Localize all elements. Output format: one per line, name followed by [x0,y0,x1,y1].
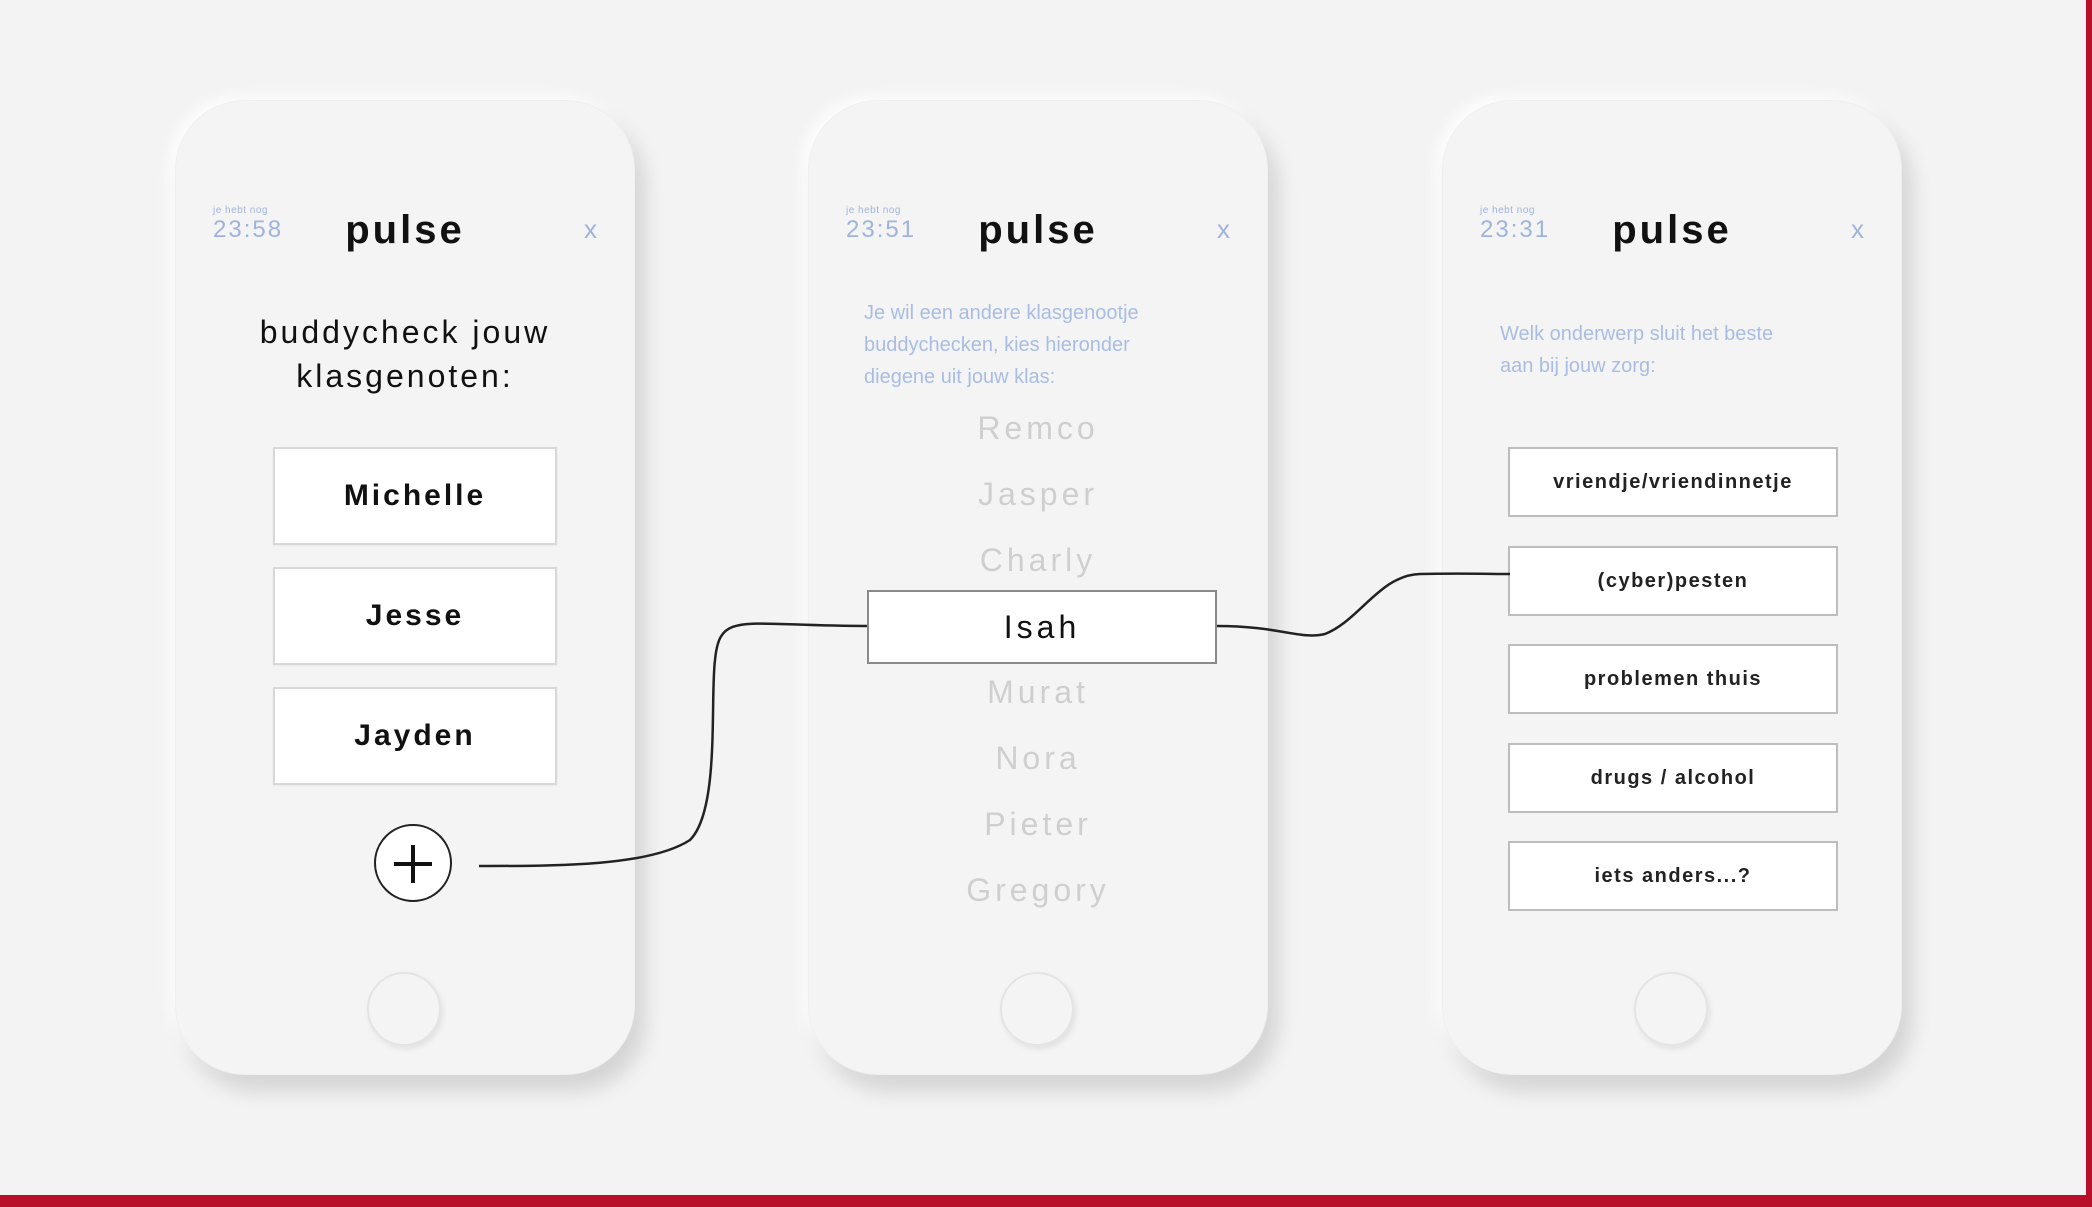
buddy-button-jesse[interactable]: Jesse [273,567,557,665]
page-title: buddycheck jouw klasgenoten: [175,310,635,398]
topic-button-home-problems[interactable]: problemen thuis [1508,644,1838,714]
classmate-option[interactable]: Charly [808,538,1268,582]
classmate-option-selected[interactable]: Isah [867,590,1217,664]
intro-line-2: aan bij jouw zorg: [1500,355,1656,377]
close-icon[interactable]: x [584,214,597,245]
page-title-line-1: buddycheck jouw [259,314,551,350]
home-button[interactable] [1000,972,1074,1046]
app-title: pulse [345,208,465,252]
classmate-option[interactable]: Nora [808,736,1268,780]
buddy-button-michelle[interactable]: Michelle [273,447,557,545]
topic-button-drugs-alcohol[interactable]: drugs / alcohol [1508,743,1838,813]
bottom-accent-bar [0,1195,2092,1207]
phone-screen-choose-topic: je hebt nog 23:31 pulse x Welk onderwerp… [1442,100,1902,1075]
add-buddy-button[interactable] [374,824,452,902]
intro-line-1: Welk onderwerp sluit het beste [1500,323,1774,345]
classmate-option[interactable]: Jasper [808,472,1268,516]
topic-button-other[interactable]: iets anders...? [1508,841,1838,911]
home-button[interactable] [367,972,441,1046]
app-title: pulse [978,208,1098,252]
close-icon[interactable]: x [1851,214,1864,245]
app-title: pulse [1612,208,1732,252]
classmate-option[interactable]: Gregory [808,868,1268,912]
classmate-option[interactable]: Pieter [808,802,1268,846]
topic-button-bullying[interactable]: (cyber)pesten [1508,546,1838,616]
intro-text: Je wil een andere klasgenootje buddychec… [864,297,1204,393]
intro-text: Welk onderwerp sluit het beste aan bij j… [1500,318,1860,382]
home-button[interactable] [1634,972,1708,1046]
classmate-option[interactable]: Remco [808,406,1268,450]
buddy-button-jayden[interactable]: Jayden [273,687,557,785]
close-icon[interactable]: x [1217,214,1230,245]
phone-screen-buddycheck: je hebt nog 23:58 pulse x buddycheck jou… [175,100,635,1075]
page-title-line-2: klasgenoten: [296,358,514,394]
intro-line-2: buddychecken, kies hieronder [864,334,1130,356]
intro-line-1: Je wil een andere klasgenootje [864,302,1139,324]
classmate-option[interactable]: Murat [808,670,1268,714]
topic-button-relationship[interactable]: vriendje/vriendinnetje [1508,447,1838,517]
phone-screen-choose-classmate: je hebt nog 23:51 pulse x Je wil een and… [808,100,1268,1075]
right-accent-bar [2086,0,2092,1195]
intro-line-3: diegene uit jouw klas: [864,366,1056,388]
